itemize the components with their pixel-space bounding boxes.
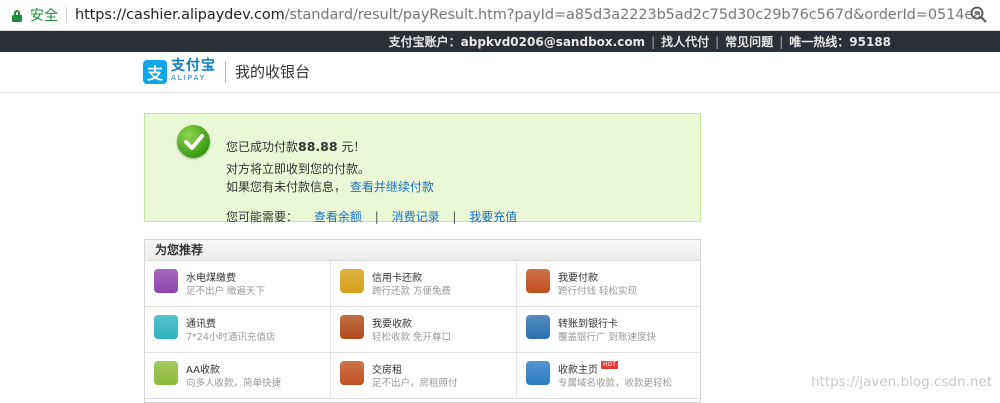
faq-link[interactable]: 常见问题 xyxy=(725,33,773,50)
recommend-item-title: 水电煤缴费 xyxy=(186,273,236,284)
maybe-need-label: 您可能需要： xyxy=(226,210,299,224)
recommend-item[interactable]: 我要付款跨行付钱 轻松实现 xyxy=(517,261,700,307)
receive-icon xyxy=(340,315,364,339)
address-bar: 安全 https://cashier.alipaydev.com/standar… xyxy=(0,0,1000,31)
unpaid-notice: 如果您有未付款信息， 查看并继续付款 xyxy=(226,178,434,195)
recommend-item-title: 交房租 xyxy=(372,365,402,376)
recommend-item-subtitle: 足不出户，房租照付 xyxy=(372,378,458,389)
recommend-item-subtitle: 7*24小时通讯充值店 xyxy=(186,332,276,343)
separator: | xyxy=(715,34,720,49)
success-check-icon xyxy=(177,125,210,158)
recommend-item[interactable]: 收款主页HOT 专属域名收款，收款更轻松 xyxy=(517,353,700,399)
recommend-item-subtitle: 覆盖银行广 到账速度快 xyxy=(558,332,657,343)
house-icon xyxy=(340,361,364,385)
recommend-item-title: 收款主页HOT xyxy=(558,361,618,376)
account-email: abpkvd0206@sandbox.com xyxy=(460,34,646,49)
watermark: https://javen.blog.csdn.net xyxy=(810,374,992,390)
separator: | xyxy=(651,34,656,49)
recommend-grid: 水电煤缴费 足不出户 缴遍天下 信用卡还款 跨行还款 方便免费 我要付款 跨行付钱 轻松实… xyxy=(145,261,700,399)
recommend-item-title: 我要付款 xyxy=(558,273,598,284)
recommend-item-title: 信用卡还款 xyxy=(372,273,422,284)
recommend-item-subtitle: 跨行付钱 轻松实现 xyxy=(558,286,638,297)
recommend-item[interactable]: 我要收款轻松收款 免开尊口 xyxy=(331,307,517,353)
alipay-logo-icon: 支 xyxy=(143,59,167,84)
logo-divider xyxy=(225,60,226,83)
recommend-item-subtitle: 向多人收款，简单快捷 xyxy=(186,378,282,389)
pay-suffix: 元！ xyxy=(337,140,366,154)
utility-icon xyxy=(154,269,178,293)
recommend-item-title: 通讯费 xyxy=(186,319,216,330)
recommend-item[interactable]: 通讯费 7*24小时通讯充值店 xyxy=(145,307,331,353)
top-bar: 支付宝账户： abpkvd0206@sandbox.com | 找人代付 | 常… xyxy=(0,31,1000,52)
recommend-panel: 为您推荐 水电煤缴费 足不出户 缴遍天下 信用卡还款 跨行还款 方便免费 我要付款 跨行付… xyxy=(144,239,701,403)
logo-text: 支付宝 ALIPAY xyxy=(171,59,216,84)
recommend-item-subtitle: 跨行还款 方便免费 xyxy=(372,286,452,297)
recommend-item-subtitle: 轻松收款 免开尊口 xyxy=(372,332,452,343)
hotline-label: 唯一热线： xyxy=(789,35,850,49)
page-header: 支 支付宝 ALIPAY 我的收银台 xyxy=(0,52,1000,93)
recommend-item-subtitle: 专属域名收款，收款更轻松 xyxy=(558,378,673,389)
separator: | xyxy=(452,210,457,224)
success-message: 您已成功付款88.88 元！ xyxy=(226,138,365,155)
recommend-item[interactable]: 转账到银行卡覆盖银行广 到账速度快 xyxy=(517,307,700,353)
separator: | xyxy=(779,34,784,49)
recommend-item[interactable]: 水电煤缴费足不出户 缴遍天下 xyxy=(145,261,331,307)
records-link[interactable]: 消费记录 xyxy=(392,210,440,224)
continue-pay-link[interactable]: 查看并继续付款 xyxy=(350,180,434,194)
payment-success-panel: 您已成功付款88.88 元！ 对方将立即收到您的付款。 如果您有未付款信息， 查… xyxy=(144,113,701,225)
recommend-item-title: 我要收款 xyxy=(372,319,412,330)
credit-card-icon xyxy=(340,269,364,293)
phone-icon xyxy=(154,315,178,339)
separator: | xyxy=(374,210,379,224)
lock-icon xyxy=(12,9,22,22)
secure-label: 安全 xyxy=(30,8,58,24)
recommend-item[interactable]: AA收款向多人收款，简单快捷 xyxy=(145,353,331,399)
pay-icon xyxy=(526,269,550,293)
url-host: https://cashier.alipaydev.com xyxy=(75,7,285,23)
aa-icon xyxy=(154,361,178,385)
alipay-logo[interactable]: 支 支付宝 ALIPAY 我的收银台 xyxy=(143,59,310,84)
pay-prefix: 您已成功付款 xyxy=(226,140,299,154)
hot-badge: HOT xyxy=(601,361,618,369)
url-field[interactable]: https://cashier.alipaydev.com/standard/r… xyxy=(75,7,980,23)
proxy-pay-link[interactable]: 找人代付 xyxy=(661,33,709,50)
recommend-item-subtitle: 足不出户 缴遍天下 xyxy=(186,286,266,297)
url-path: /standard/result/payResult.htm?payId=a85… xyxy=(284,7,980,23)
hotline-number: 95188 xyxy=(849,34,891,49)
paid-amount: 88.88 xyxy=(298,139,338,154)
unpaid-text: 如果您有未付款信息， xyxy=(226,180,347,194)
recommend-heading: 为您推荐 xyxy=(145,240,700,261)
account-label: 支付宝账户： xyxy=(388,35,461,49)
page-title: 我的收银台 xyxy=(235,63,311,81)
zoom-icon[interactable] xyxy=(970,6,988,24)
address-divider xyxy=(66,7,67,23)
logo-cn: 支付宝 xyxy=(171,58,216,74)
receiver-notice: 对方将立即收到您的付款。 xyxy=(226,162,371,176)
homepage-icon xyxy=(526,361,550,385)
bank-transfer-icon xyxy=(526,315,550,339)
recharge-link[interactable]: 我要充值 xyxy=(469,210,517,224)
recommend-item-title: AA收款 xyxy=(186,365,220,376)
suggestion-row: 您可能需要： 查看余额 | 消费记录 | 我要充值 xyxy=(226,208,517,225)
recommend-item[interactable]: 交房租足不出户，房租照付 xyxy=(331,353,517,399)
recommend-item-title: 转账到银行卡 xyxy=(558,319,618,330)
view-balance-link[interactable]: 查看余额 xyxy=(314,210,362,224)
recommend-item[interactable]: 信用卡还款跨行还款 方便免费 xyxy=(331,261,517,307)
logo-en: ALIPAY xyxy=(171,74,207,82)
